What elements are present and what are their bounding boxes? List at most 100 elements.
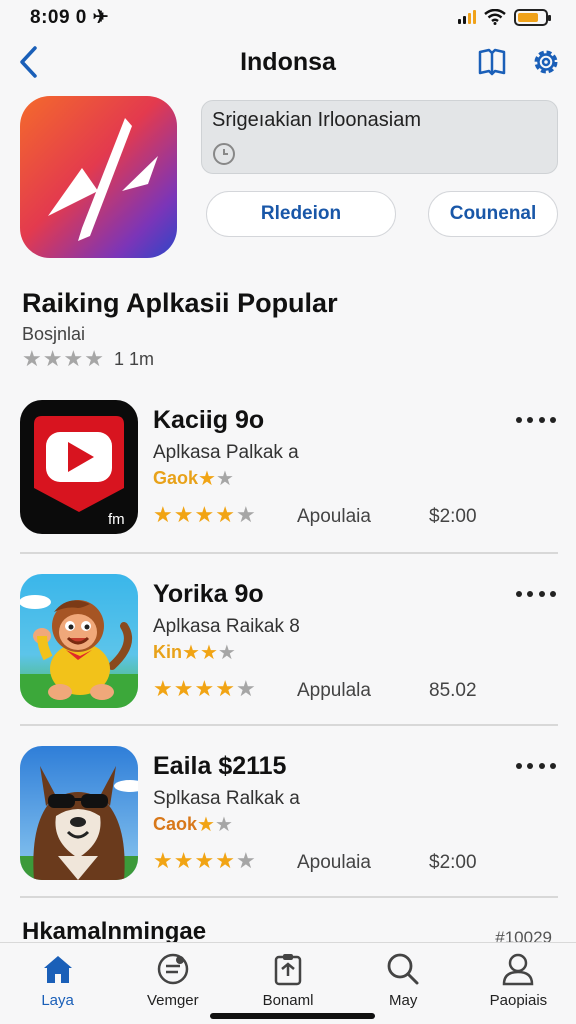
app-list-item[interactable]: Eaila $2115 Splkasa Ralkak a Caok ★ ★ ★ … [0, 746, 576, 896]
featured-app-icon[interactable] [20, 96, 177, 258]
app-list-item[interactable]: fm Kaciig 9o Aplkasa Palkak a Gaok ★ ★ ★… [0, 400, 576, 550]
app-subtitle: Aplkasa Raikak 8 [153, 616, 300, 637]
search-icon [385, 951, 421, 987]
app-tag: Kin ★ ★ ★ [153, 642, 236, 663]
star-icon: ★ [153, 676, 173, 701]
section-subtitle: Bosjnlai [22, 324, 86, 344]
app-list-item[interactable]: Yorika 9o Aplkasa Raikak 8 Kin ★ ★ ★ ★ ★… [0, 574, 576, 724]
star-icon: ★ [182, 641, 200, 664]
navigation-bar: Indonsa [0, 38, 576, 86]
secondary-pill-button[interactable]: Counenal [428, 191, 558, 237]
star-icon: ★ [235, 676, 256, 701]
app-rating-stars: ★ ★ ★ ★ ★ [153, 678, 256, 700]
cartoon-monkey-icon [20, 574, 138, 708]
red-play-icon: fm [20, 400, 138, 534]
tab-clipboard[interactable]: Bonaml [230, 943, 345, 1024]
tab-label: May [389, 992, 418, 1009]
app-price: $2:00 [429, 506, 477, 527]
book-icon [478, 48, 506, 76]
star-icon: ★ [194, 502, 215, 527]
rating-stars: ★ ★ ★ ★ [22, 348, 104, 370]
cartoon-wolf-icon [20, 746, 138, 880]
divider [20, 724, 558, 726]
star-icon: ★ [194, 676, 215, 701]
tab-label: Vemger [146, 992, 199, 1009]
star-icon: ★ [215, 676, 235, 701]
featured-info-card[interactable]: Srigeıakian Irloonasiam [201, 100, 558, 174]
app-tag-text: Gaok [153, 468, 199, 488]
tab-bar: Laya Vemger Bonaml May Paopiais [0, 942, 576, 1024]
app-rating-stars: ★ ★ ★ ★ ★ [153, 850, 256, 872]
section-rating: ★ ★ ★ ★ 1 1m [22, 348, 154, 370]
star-icon: ★ [173, 676, 194, 701]
app-category: Apoulaia [297, 506, 371, 527]
app-name: Kaciig 9o [153, 406, 265, 434]
star-icon: ★ [215, 467, 234, 490]
star-icon: ★ [197, 813, 215, 836]
tab-home[interactable]: Laya [0, 943, 115, 1024]
icon-badge-text: fm [108, 511, 125, 528]
wifi-icon [484, 9, 506, 25]
primary-pill-button[interactable]: Rledeion [206, 191, 396, 237]
star-icon: ★ [42, 346, 63, 371]
profile-icon [500, 951, 536, 987]
star-icon: ★ [173, 502, 194, 527]
app-subtitle: Aplkasa Palkak a [153, 442, 299, 463]
star-icon: ★ [215, 848, 235, 873]
settings-button[interactable] [526, 42, 566, 82]
more-options-button[interactable] [516, 408, 556, 432]
clock-icon [213, 143, 235, 165]
app-tag: Gaok ★ ★ [153, 468, 234, 489]
tab-search[interactable]: May [346, 943, 461, 1024]
battery-icon [514, 8, 551, 26]
star-icon: ★ [235, 502, 256, 527]
gear-icon [534, 50, 558, 74]
app-name: Yorika 9o [153, 580, 264, 608]
divider [20, 552, 558, 554]
more-options-button[interactable] [516, 754, 556, 778]
library-button[interactable] [472, 42, 512, 82]
home-indicator [210, 1013, 375, 1019]
star-icon: ★ [153, 502, 173, 527]
star-icon: ★ [214, 813, 233, 836]
tab-label: Paopiais [489, 992, 548, 1009]
star-icon: ★ [22, 346, 42, 371]
divider [20, 896, 558, 898]
featured-app-logo-icon [20, 96, 177, 258]
app-name: Eaila $2115 [153, 752, 287, 780]
app-subtitle: Splkasa Ralkak a [153, 788, 300, 809]
app-category: Apoulaia [297, 852, 371, 873]
status-bar: 8:09 0 ✈ [0, 0, 576, 34]
tab-label: Laya [41, 992, 74, 1009]
star-icon: ★ [235, 848, 256, 873]
star-icon: ★ [84, 346, 104, 371]
app-price: $2:00 [429, 852, 477, 873]
tab-explore[interactable]: Vemger [115, 943, 230, 1024]
star-icon: ★ [217, 641, 236, 664]
star-icon: ★ [199, 641, 218, 664]
compass-icon [155, 951, 191, 987]
star-icon: ★ [173, 848, 194, 873]
more-options-button[interactable] [516, 582, 556, 606]
app-rating-stars: ★ ★ ★ ★ ★ [153, 504, 256, 526]
featured-card-title: Srigeıakian Irloonasiam [212, 109, 421, 131]
home-icon [40, 951, 76, 987]
app-tag-text: Caok [153, 814, 198, 834]
star-icon: ★ [215, 502, 235, 527]
app-tag: Caok ★ ★ [153, 814, 233, 835]
star-icon: ★ [63, 346, 84, 371]
section-title: Raiking Aplkasii Popular [22, 288, 338, 318]
star-icon: ★ [153, 848, 173, 873]
app-tag-text: Kin [153, 642, 182, 662]
star-icon: ★ [194, 848, 215, 873]
status-time: 8:09 0 ✈ [30, 6, 110, 28]
clipboard-icon [270, 951, 306, 987]
tab-profile[interactable]: Paopiais [461, 943, 576, 1024]
app-category: Appulala [297, 680, 371, 701]
star-icon: ★ [198, 467, 216, 490]
tab-label: Bonaml [262, 992, 314, 1009]
status-icons [458, 8, 551, 26]
cellular-signal-icon [458, 10, 476, 24]
app-price: 85.02 [429, 680, 477, 701]
rating-count: 1 1m [113, 348, 154, 369]
